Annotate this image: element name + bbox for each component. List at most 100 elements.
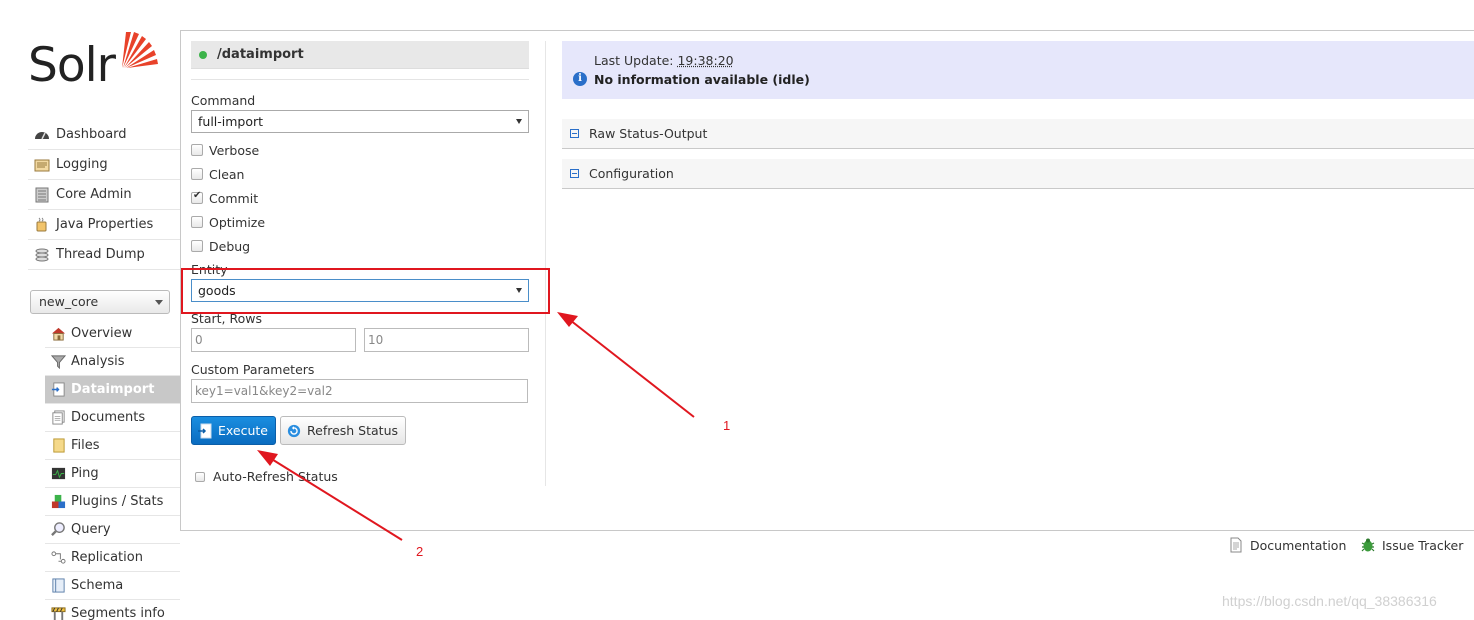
nav-item-core-admin[interactable]: Core Admin (28, 180, 180, 210)
solr-sun-icon (122, 32, 158, 68)
option-verbose[interactable]: Verbose (191, 141, 259, 159)
option-label: Optimize (209, 214, 266, 230)
watermark: https://blog.csdn.net/qq_38386316 (1222, 593, 1437, 609)
highlight-box (181, 268, 550, 314)
replication-icon (51, 551, 66, 564)
segments-icon (51, 607, 66, 620)
rows-input[interactable]: 10 (364, 328, 529, 352)
verbose-checkbox[interactable] (191, 144, 203, 156)
funnel-icon (51, 355, 66, 369)
auto-refresh-checkbox[interactable] (195, 471, 205, 482)
section-raw-status-output[interactable]: Raw Status-Output (562, 119, 1474, 149)
home-icon (51, 327, 66, 341)
core-nav-label: Documents (71, 410, 146, 425)
debug-checkbox[interactable] (191, 240, 203, 252)
execute-icon (198, 423, 212, 438)
status-message: No information available (idle) (594, 72, 810, 87)
core-selector[interactable]: new_core (30, 290, 170, 314)
optimize-checkbox[interactable] (191, 216, 203, 228)
last-update-time: 19:38:20 (677, 53, 734, 68)
chevron-down-icon (155, 300, 163, 305)
core-nav-label: Replication (71, 550, 143, 565)
last-update: Last Update: 19:38:20 (594, 53, 734, 68)
custom-params-input[interactable]: key1=val1&key2=val2 (191, 379, 528, 403)
documents-icon (52, 410, 65, 425)
core-nav-item-segments-info[interactable]: Segments info (45, 600, 180, 620)
core-nav-label: Schema (71, 578, 124, 593)
execute-button[interactable]: Execute (191, 416, 276, 445)
clean-checkbox[interactable] (191, 168, 203, 180)
option-label: Clean (209, 166, 245, 182)
nav-item-thread-dump[interactable]: Thread Dump (28, 240, 180, 270)
core-nav: Overview Analysis Dataimport Documents F… (45, 320, 180, 620)
custom-params-label: Custom Parameters (191, 362, 315, 377)
core-nav-label: Ping (71, 466, 99, 481)
dashboard-icon (35, 131, 49, 139)
core-nav-item-documents[interactable]: Documents (45, 404, 180, 432)
option-debug[interactable]: Debug (191, 237, 250, 255)
divider (191, 79, 529, 80)
core-nav-label: Analysis (71, 354, 125, 369)
start-input[interactable]: 0 (191, 328, 356, 352)
status-box: Last Update: 19:38:20 i No information a… (562, 41, 1474, 99)
option-commit[interactable]: Commit (191, 189, 258, 207)
nav-item-label: Thread Dump (56, 247, 145, 262)
core-nav-item-schema[interactable]: Schema (45, 572, 180, 600)
auto-refresh-toggle[interactable]: Auto-Refresh Status (195, 469, 338, 484)
core-nav-item-analysis[interactable]: Analysis (45, 348, 180, 376)
dataimport-icon (51, 382, 65, 397)
core-nav-label: Query (71, 522, 111, 537)
command-label: Command (191, 93, 256, 108)
logo-text: Solr (28, 38, 116, 93)
core-admin-icon (35, 187, 49, 202)
status-dot-icon (199, 50, 207, 59)
annotation-label-1: 1 (723, 418, 731, 433)
nav-item-label: Dashboard (56, 127, 127, 142)
refresh-label: Refresh Status (307, 423, 399, 438)
files-icon (53, 438, 65, 453)
nav-item-label: Logging (56, 157, 108, 172)
divider (545, 41, 546, 486)
issue-tracker-label: Issue Tracker (1382, 537, 1464, 553)
section-label: Raw Status-Output (589, 126, 708, 141)
issue-tracker-link[interactable]: Issue Tracker (1360, 537, 1463, 553)
solr-logo[interactable]: Solr (28, 28, 163, 98)
chevron-down-icon (516, 119, 522, 124)
core-nav-label: Files (71, 438, 100, 453)
form-header: /dataimport (191, 41, 529, 69)
nav-item-java-properties[interactable]: Java Properties (28, 210, 180, 240)
command-value: full-import (198, 114, 264, 129)
core-selector-value: new_core (39, 294, 99, 309)
documentation-link[interactable]: Documentation (1228, 537, 1346, 553)
core-nav-item-dataimport[interactable]: Dataimport (45, 376, 180, 404)
commit-checkbox[interactable] (191, 190, 203, 204)
option-label: Commit (209, 190, 259, 206)
logging-icon (34, 159, 50, 171)
core-nav-item-files[interactable]: Files (45, 432, 180, 460)
core-nav-item-plugins-stats[interactable]: Plugins / Stats (45, 488, 180, 516)
refresh-status-button[interactable]: Refresh Status (280, 416, 407, 445)
core-nav-item-query[interactable]: Query (45, 516, 180, 544)
nav-item-label: Core Admin (56, 187, 132, 202)
nav-item-label: Java Properties (56, 217, 154, 232)
main-nav: Dashboard Logging Core Admin Java Proper… (28, 120, 180, 270)
core-nav-label: Plugins / Stats (71, 494, 164, 509)
bug-icon (1361, 538, 1375, 552)
section-label: Configuration (589, 166, 674, 181)
core-nav-item-replication[interactable]: Replication (45, 544, 180, 572)
section-configuration[interactable]: Configuration (562, 159, 1474, 189)
option-label: Verbose (209, 142, 260, 158)
nav-item-dashboard[interactable]: Dashboard (28, 120, 180, 150)
core-nav-item-ping[interactable]: Ping (45, 460, 180, 488)
option-optimize[interactable]: Optimize (191, 213, 265, 231)
collapse-icon (570, 129, 579, 138)
query-icon (51, 522, 65, 536)
option-clean[interactable]: Clean (191, 165, 244, 183)
collapse-icon (570, 169, 579, 178)
command-select[interactable]: full-import (191, 110, 529, 133)
core-nav-item-overview[interactable]: Overview (45, 320, 180, 348)
core-nav-label: Segments info (71, 606, 165, 620)
option-label: Debug (209, 238, 251, 254)
last-update-label: Last Update: (594, 53, 674, 68)
nav-item-logging[interactable]: Logging (28, 150, 180, 180)
